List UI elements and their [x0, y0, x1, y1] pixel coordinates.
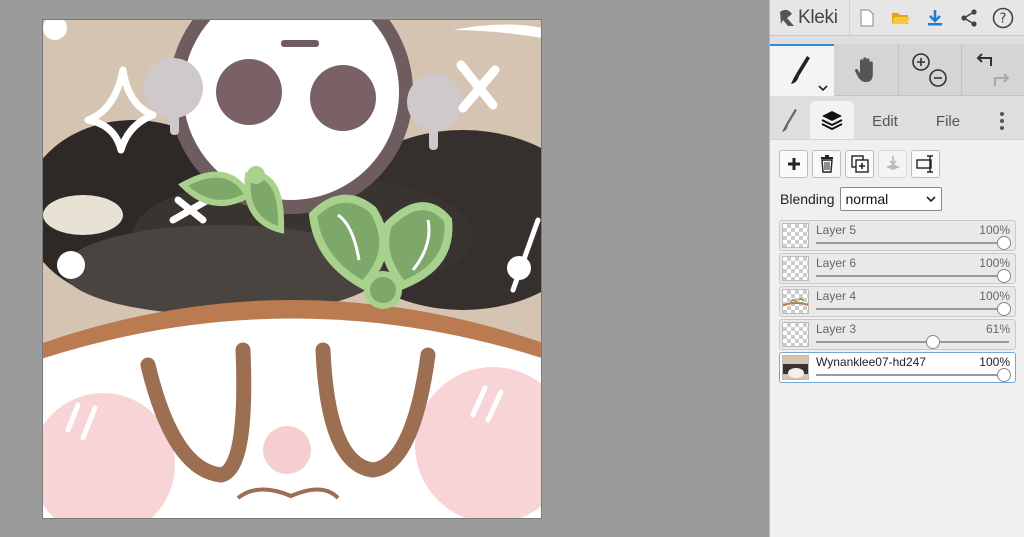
undo-icon[interactable] — [976, 53, 992, 66]
tool-row — [770, 44, 1024, 96]
opacity-slider-track[interactable] — [816, 341, 1009, 343]
tab-brush[interactable] — [770, 103, 810, 139]
layer-name: Wynanklee07-hd247 — [816, 355, 926, 369]
zoom-out-icon[interactable] — [929, 69, 947, 87]
trash-icon — [820, 155, 833, 173]
layer-thumbnail — [782, 355, 809, 380]
layer-opacity: 61% — [985, 322, 1010, 336]
top-bar: Kleki ? — [770, 0, 1024, 36]
drawing-canvas[interactable] — [42, 19, 542, 519]
layer-thumbnail-art — [783, 297, 808, 307]
tab-edit[interactable]: Edit — [854, 103, 916, 139]
zoom-controls — [898, 44, 961, 96]
kleki-logo[interactable]: Kleki — [770, 0, 850, 36]
brush-tool-button[interactable] — [770, 44, 834, 96]
opacity-slider-track[interactable] — [816, 242, 1009, 244]
blending-select[interactable]: normal — [839, 187, 942, 211]
tab-layers[interactable] — [810, 101, 854, 139]
canvas-artwork — [43, 20, 541, 518]
hand-tool-button[interactable] — [834, 44, 898, 96]
layer-row[interactable]: Layer 3 61% — [779, 319, 1016, 350]
new-file-icon — [860, 9, 874, 26]
undo-redo-icons — [976, 53, 1010, 86]
opacity-slider-track[interactable] — [816, 308, 1009, 310]
canvas-workspace[interactable] — [0, 0, 769, 537]
rename-icon — [915, 155, 933, 173]
blending-row: Blending normal — [780, 187, 942, 211]
blending-label: Blending — [780, 191, 835, 207]
opacity-slider-handle[interactable] — [997, 269, 1011, 283]
brush-tab-icon — [782, 109, 797, 132]
side-panel: Kleki ? Edit File Blending normal Layer … — [769, 0, 1024, 537]
layer-thumbnail-art — [783, 356, 808, 379]
layer-thumbnail — [782, 256, 809, 281]
layer-row[interactable]: Layer 5 100% — [779, 220, 1016, 251]
download-icon — [928, 9, 942, 25]
share-button[interactable] — [952, 0, 986, 36]
more-vertical-icon — [1000, 112, 1004, 130]
duplicate-layer-button[interactable] — [845, 150, 874, 178]
merge-layer-button[interactable] — [878, 150, 907, 178]
layer-opacity: 100% — [979, 256, 1010, 270]
layer-row[interactable]: Layer 4 100% — [779, 286, 1016, 317]
more-menu-button[interactable] — [980, 103, 1024, 139]
merge-down-icon — [885, 156, 900, 170]
download-button[interactable] — [918, 0, 952, 36]
tab-file[interactable]: File — [916, 103, 980, 139]
plus-icon — [787, 158, 800, 170]
help-button[interactable]: ? — [986, 0, 1020, 36]
opacity-slider-track[interactable] — [816, 275, 1009, 277]
layer-actions — [779, 150, 940, 178]
layer-opacity: 100% — [979, 223, 1010, 237]
chevron-down-icon — [925, 195, 936, 202]
layer-opacity: 100% — [979, 355, 1010, 369]
layer-name: Layer 3 — [816, 322, 857, 336]
undo-redo-controls — [961, 44, 1024, 96]
share-icon — [961, 8, 977, 27]
add-layer-button[interactable] — [779, 150, 808, 178]
open-folder-icon — [892, 12, 910, 24]
zoom-icons — [912, 53, 947, 87]
layers-icon — [821, 111, 843, 131]
delete-layer-button[interactable] — [812, 150, 841, 178]
open-file-button[interactable] — [884, 0, 918, 36]
layer-thumbnail — [782, 223, 809, 248]
opacity-slider-track[interactable] — [816, 374, 1009, 376]
opacity-slider-handle[interactable] — [997, 236, 1011, 250]
hand-tool-icon — [854, 57, 873, 82]
layer-name: Layer 6 — [816, 256, 857, 270]
brush-tool-icon — [791, 56, 810, 84]
duplicate-icon — [850, 155, 869, 173]
layers-pane: Blending normal Layer 5 100% Layer 6 100… — [770, 139, 1024, 537]
zoom-in-icon[interactable] — [912, 53, 930, 71]
chevron-down-icon[interactable] — [818, 84, 828, 92]
svg-text:?: ? — [1000, 11, 1007, 26]
layer-opacity: 100% — [979, 289, 1010, 303]
panel-tabs: Edit File — [770, 101, 1024, 139]
layer-row-selected[interactable]: Wynanklee07-hd247 100% — [779, 352, 1016, 383]
kleki-logo-icon — [780, 9, 794, 26]
opacity-slider-handle[interactable] — [926, 335, 941, 349]
opacity-slider-handle[interactable] — [997, 368, 1011, 382]
app-name: Kleki — [798, 6, 838, 28]
layer-name: Layer 5 — [816, 223, 857, 237]
new-file-button[interactable] — [850, 0, 884, 36]
layer-thumbnail — [782, 322, 809, 347]
help-icon: ? — [992, 7, 1014, 28]
layer-thumbnail — [782, 289, 809, 314]
rename-layer-button[interactable] — [911, 150, 940, 178]
opacity-slider-handle[interactable] — [997, 302, 1011, 316]
blending-value: normal — [845, 191, 889, 207]
redo-icon[interactable] — [994, 73, 1010, 86]
layer-row[interactable]: Layer 6 100% — [779, 253, 1016, 284]
layer-name: Layer 4 — [816, 289, 857, 303]
